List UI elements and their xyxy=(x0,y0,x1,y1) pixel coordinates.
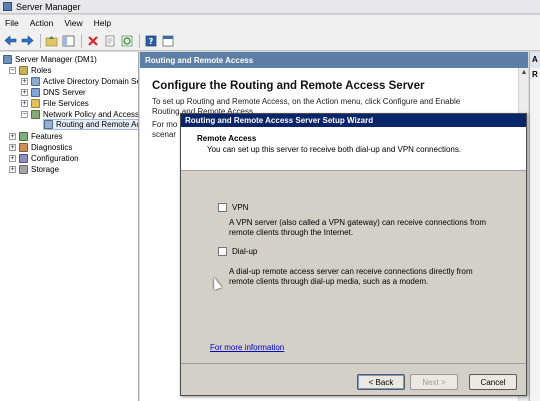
tree-item-roles[interactable]: − Roles xyxy=(9,65,51,76)
back-button[interactable]: < Back xyxy=(357,374,405,390)
collapse-icon[interactable]: − xyxy=(21,111,28,118)
server-manager-icon xyxy=(3,2,12,11)
wizard-footer-divider xyxy=(181,363,526,364)
expand-icon[interactable]: + xyxy=(9,166,16,173)
toolbar-separator xyxy=(81,33,82,48)
window-titlebar: Server Manager xyxy=(0,0,540,14)
window-title: Server Manager xyxy=(16,1,81,12)
setup-wizard-dialog: Routing and Remote Access Server Setup W… xyxy=(180,113,527,396)
tree-item-label: Routing and Remote Ac xyxy=(56,120,139,129)
tree-item-server-manager[interactable]: Server Manager (DM1) xyxy=(3,54,97,65)
actions-pane: A R xyxy=(529,52,540,401)
tree-item-diagnostics[interactable]: + Diagnostics xyxy=(9,142,72,153)
tree-item-label: Active Directory Domain Se xyxy=(43,77,139,86)
toolbar-separator xyxy=(139,33,140,48)
tree-item-label: Features xyxy=(31,132,63,141)
console-icon[interactable] xyxy=(160,33,175,48)
tree-item-routing-remote-access[interactable]: Routing and Remote Ac xyxy=(43,119,139,130)
tree-item-configuration[interactable]: + Configuration xyxy=(9,153,79,164)
network-policy-icon xyxy=(31,110,40,119)
expand-icon[interactable]: + xyxy=(9,133,16,140)
up-icon[interactable] xyxy=(44,33,59,48)
menu-help[interactable]: Help xyxy=(94,18,111,28)
help-icon[interactable]: ? xyxy=(143,33,158,48)
instructions-line: To set up Routing and Remote Access, on … xyxy=(152,97,461,106)
scroll-up-icon[interactable]: ▲ xyxy=(519,68,529,78)
tree-item-label: Storage xyxy=(31,165,60,174)
roles-icon xyxy=(19,66,28,75)
navigation-tree: Server Manager (DM1) − Roles + Active Di… xyxy=(0,52,139,401)
expand-icon[interactable]: + xyxy=(9,155,16,162)
active-directory-icon xyxy=(31,77,40,86)
menu-bar: File Action View Help xyxy=(0,15,540,31)
tree-item-label: Server Manager (DM1) xyxy=(15,55,97,64)
tree-item-label: Roles xyxy=(31,66,52,75)
folder-icon xyxy=(31,99,40,108)
tree-item-label: Configuration xyxy=(31,154,79,163)
next-button[interactable]: Next > xyxy=(410,374,458,390)
forward-icon[interactable] xyxy=(20,33,35,48)
tree-item-active-directory[interactable]: + Active Directory Domain Se xyxy=(21,76,139,87)
diagnostics-icon xyxy=(19,143,28,152)
delete-icon[interactable] xyxy=(85,33,100,48)
dialup-checkbox[interactable] xyxy=(218,247,227,256)
content-header: Routing and Remote Access xyxy=(140,52,528,68)
wizard-section-subtitle: You can set up this server to receive bo… xyxy=(207,145,462,154)
routing-icon xyxy=(44,120,53,129)
tree-item-dns-server[interactable]: + DNS Server xyxy=(21,87,86,98)
collapse-icon[interactable]: − xyxy=(9,67,16,74)
refresh-icon[interactable] xyxy=(119,33,134,48)
tree-item-storage[interactable]: + Storage xyxy=(9,164,59,175)
vpn-description: A VPN server (also called a VPN gateway)… xyxy=(229,218,529,238)
menu-view[interactable]: View xyxy=(64,18,82,28)
expand-icon[interactable]: + xyxy=(9,144,16,151)
more-info-line: For mo xyxy=(152,120,178,129)
vpn-option[interactable]: VPN xyxy=(218,203,248,212)
dialup-description-line: remote clients through dial-up media, su… xyxy=(229,277,429,286)
more-info-text: For mo scenar xyxy=(152,120,177,140)
more-info-line: scenar xyxy=(152,130,177,139)
wizard-title: Routing and Remote Access Server Setup W… xyxy=(181,114,526,127)
expand-icon[interactable]: + xyxy=(21,89,28,96)
vpn-description-line: A VPN server (also called a VPN gateway)… xyxy=(229,218,487,227)
toolbar: ? xyxy=(0,31,540,51)
tree-item-features[interactable]: + Features xyxy=(9,131,63,142)
more-information-link[interactable]: For more information xyxy=(210,343,284,352)
configuration-icon xyxy=(19,154,28,163)
wizard-header: Remote Access You can set up this server… xyxy=(181,127,526,171)
svg-text:?: ? xyxy=(148,37,153,46)
tree-item-file-services[interactable]: + File Services xyxy=(21,98,89,109)
back-icon[interactable] xyxy=(3,33,18,48)
storage-icon xyxy=(19,165,28,174)
show-hide-tree-icon[interactable] xyxy=(61,33,76,48)
tree-item-label: DNS Server xyxy=(43,88,86,97)
tree-item-label: Network Policy and Access xyxy=(43,110,139,119)
menu-file[interactable]: File xyxy=(5,18,19,28)
tree-item-label: File Services xyxy=(43,99,89,108)
actions-header: A xyxy=(530,52,540,68)
cancel-button[interactable]: Cancel xyxy=(469,374,517,390)
vpn-checkbox[interactable] xyxy=(218,203,227,212)
wizard-section-title: Remote Access xyxy=(197,134,257,143)
vpn-label: VPN xyxy=(232,203,249,212)
properties-icon[interactable] xyxy=(102,33,117,48)
expand-icon[interactable]: + xyxy=(21,100,28,107)
dialup-description: A dial-up remote access server can recei… xyxy=(229,267,529,287)
menu-action[interactable]: Action xyxy=(30,18,54,28)
dialup-description-line: A dial-up remote access server can recei… xyxy=(229,267,473,276)
expand-icon[interactable]: + xyxy=(21,78,28,85)
features-icon xyxy=(19,132,28,141)
server-icon xyxy=(3,55,12,64)
toolbar-separator xyxy=(40,33,41,48)
dialup-option[interactable]: Dial-up xyxy=(218,247,257,256)
actions-row[interactable]: R xyxy=(530,68,540,82)
dns-icon xyxy=(31,88,40,97)
tree-item-label: Diagnostics xyxy=(31,143,73,152)
page-title: Configure the Routing and Remote Access … xyxy=(152,80,425,92)
dialup-label: Dial-up xyxy=(232,247,258,256)
vpn-description-line: remote clients through the Internet. xyxy=(229,228,354,237)
